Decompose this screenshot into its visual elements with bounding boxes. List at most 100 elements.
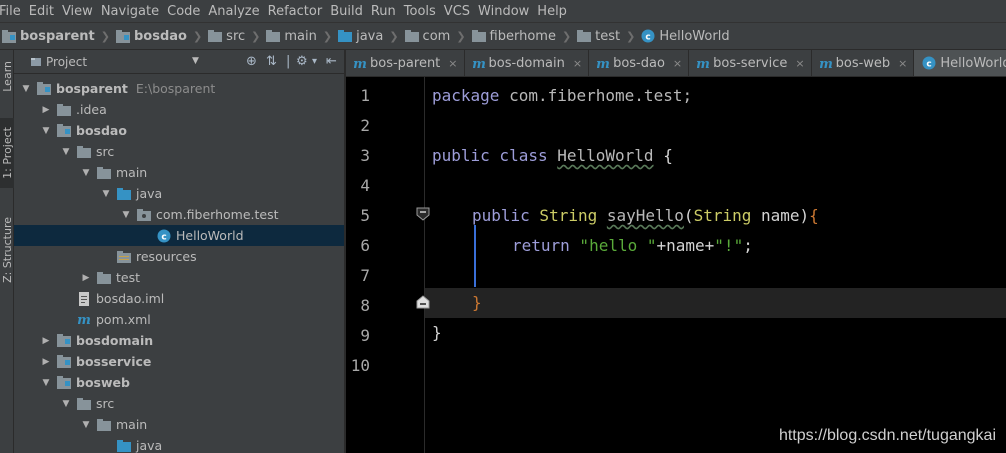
folder-icon (76, 397, 92, 411)
menu-refactor[interactable]: Refactor (268, 4, 331, 19)
expand-arrow-icon[interactable]: ▼ (80, 168, 92, 178)
breadcrumb-bosparent[interactable]: bosparent (2, 29, 95, 44)
folder-icon (96, 271, 112, 285)
class-icon: c (641, 29, 655, 43)
breadcrumb-helloworld[interactable]: c HelloWorld (641, 29, 730, 44)
menu-view[interactable]: View (62, 4, 101, 19)
gear-dropdown-icon[interactable]: ▾ (312, 56, 317, 67)
open-paren: ( (683, 206, 694, 225)
tree-item-resources[interactable]: resources (14, 246, 344, 267)
tab-bos-domain[interactable]: mbos-domain × (465, 50, 590, 76)
svg-text:m: m (597, 57, 609, 70)
tree-item-java[interactable]: ▼ java (14, 183, 344, 204)
tree-item-helloworld[interactable]: c HelloWorld (14, 225, 344, 246)
expand-arrow-icon[interactable]: ▼ (20, 84, 32, 94)
module-icon (56, 334, 72, 348)
menu-build[interactable]: Build (330, 4, 371, 19)
menu-tools[interactable]: Tools (404, 4, 444, 19)
locate-icon[interactable]: ⊕ (246, 54, 257, 69)
fold-end-icon[interactable] (416, 295, 430, 309)
string-hello: "hello " (569, 236, 657, 255)
project-tab[interactable]: 1: Project (0, 118, 14, 188)
expand-arrow-icon[interactable]: ▼ (120, 210, 132, 220)
menu-window[interactable]: Window (478, 4, 537, 19)
tree-item-src[interactable]: ▼ src (14, 393, 344, 414)
collapse-icon[interactable]: ⇅ (266, 54, 277, 69)
structure-tab[interactable]: Z: Structure (0, 210, 14, 290)
line-number: 10 (350, 356, 370, 375)
expand-arrow-icon[interactable]: ▼ (80, 420, 92, 430)
close-icon[interactable]: × (898, 57, 907, 70)
tab-bos-service[interactable]: m bos-service × (689, 50, 812, 76)
line-number: 5 (360, 206, 370, 225)
breadcrumb-test[interactable]: test (577, 29, 620, 44)
tab-helloworld-java[interactable]: c HelloWorld.java (914, 50, 1006, 76)
tree-item-main[interactable]: ▼ main (14, 414, 344, 435)
folder-icon (208, 30, 223, 42)
breadcrumb-main[interactable]: main (266, 29, 317, 44)
breadcrumb-fiberhome[interactable]: fiberhome (471, 29, 556, 44)
maven-icon: m (354, 57, 366, 70)
maven-icon: m (597, 57, 609, 70)
return-type: String (529, 206, 607, 225)
collapse-arrow-icon[interactable]: ▶ (80, 273, 92, 283)
expand-arrow-icon[interactable]: ▼ (60, 147, 72, 157)
breadcrumb-separator-icon: ❯ (626, 29, 636, 43)
learn-tab[interactable]: Learn (0, 54, 14, 98)
tree-item-com-fiberhome-test[interactable]: ▼ com.fiberhome.test (14, 204, 344, 225)
collapse-arrow-icon[interactable]: ▶ (40, 357, 52, 367)
tree-item-bosdomain[interactable]: ▶ bosdomain (14, 330, 344, 351)
hide-panel-icon[interactable]: ⇤ (326, 54, 337, 69)
tab-bos-parent[interactable]: m bos-parent × (346, 50, 465, 76)
tree-item-label: java (136, 438, 163, 453)
collapse-arrow-icon[interactable]: ▶ (40, 336, 52, 346)
source-folder-icon (338, 30, 353, 42)
tree-item-label: main (116, 165, 148, 180)
expand-arrow-icon[interactable]: ▼ (40, 126, 52, 136)
tab-bos-web[interactable]: mbos-web × (812, 50, 915, 76)
tree-item-bosparent[interactable]: ▼ bosparent E:\bosparent (14, 78, 344, 99)
menu-navigate[interactable]: Navigate (101, 4, 167, 19)
module-icon (36, 82, 52, 96)
breadcrumb-separator-icon: ❯ (322, 29, 333, 43)
gear-icon[interactable]: ⚙ (296, 54, 308, 69)
tree-item-pom-xml[interactable]: m pom.xml (14, 309, 344, 330)
menu-vcs[interactable]: VCS (444, 4, 478, 19)
tree-item-main[interactable]: ▼ main (14, 162, 344, 183)
resources-folder-icon (116, 250, 132, 264)
breadcrumb-java[interactable]: java (338, 29, 383, 44)
tree-item-label: bosservice (76, 354, 152, 369)
close-icon[interactable]: × (673, 57, 682, 70)
tab-bos-dao[interactable]: m bos-dao × (589, 50, 690, 76)
tree-item-bosdao[interactable]: ▼ bosdao (14, 120, 344, 141)
fold-start-icon[interactable] (416, 207, 430, 221)
breadcrumb-src[interactable]: src (208, 29, 245, 44)
tree-item-bosdao-iml[interactable]: bosdao.iml (14, 288, 344, 309)
breadcrumb-bosdao[interactable]: bosdao (115, 29, 187, 44)
code-editor[interactable]: 1 2 3 4 5 6 7 8 9 10 package com.fiberhome.test; … (346, 77, 1006, 453)
menu-edit[interactable]: Edit (29, 4, 62, 19)
expand-arrow-icon[interactable]: ▼ (60, 399, 72, 409)
close-icon[interactable]: × (448, 57, 457, 70)
collapse-arrow-icon[interactable]: ▶ (40, 105, 52, 115)
tree-item--idea[interactable]: ▶ .idea (14, 99, 344, 120)
menu-file[interactable]: File (0, 4, 29, 19)
breadcrumb-com[interactable]: com (404, 29, 450, 44)
tree-item-bosweb[interactable]: ▼ bosweb (14, 372, 344, 393)
svg-text:m: m (354, 57, 366, 70)
line-number-gutter: 1 2 3 4 5 6 7 8 9 10 (346, 77, 424, 453)
menu-help[interactable]: Help (537, 4, 575, 19)
expand-arrow-icon[interactable]: ▼ (40, 378, 52, 388)
tree-item-src[interactable]: ▼ src (14, 141, 344, 162)
tree-item-bosservice[interactable]: ▶ bosservice (14, 351, 344, 372)
keyword-return: return (512, 236, 570, 255)
menu-code[interactable]: Code (167, 4, 208, 19)
menu-analyze[interactable]: Analyze (208, 4, 267, 19)
tree-item-test[interactable]: ▶ test (14, 267, 344, 288)
expand-arrow-icon[interactable]: ▼ (100, 189, 112, 199)
tree-item-java[interactable]: java (14, 435, 344, 453)
chevron-down-icon[interactable]: ▼ (192, 56, 199, 66)
close-icon[interactable]: × (795, 57, 804, 70)
close-icon[interactable]: × (573, 57, 582, 70)
menu-run[interactable]: Run (371, 4, 404, 19)
